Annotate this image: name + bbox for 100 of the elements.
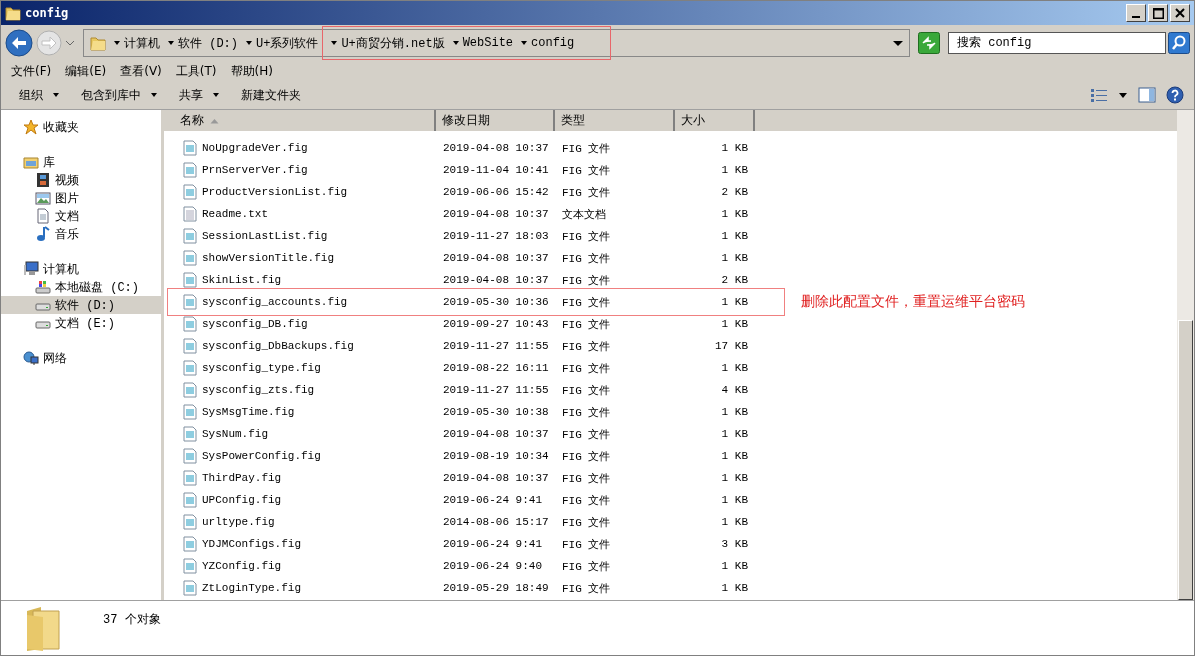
vertical-scrollbar[interactable] [1177,110,1194,600]
file-name: showVersionTitle.fig [202,252,335,264]
file-size: 1 KB [721,494,748,506]
search-button[interactable] [1168,32,1190,54]
navigation-item[interactable]: 收藏夹 [1,118,161,136]
file-name: SysMsgTime.fig [202,406,295,418]
file-name: sysconfig_accounts.fig [202,296,348,308]
file-name: sysconfig_type.fig [202,362,321,374]
preview-pane-icon[interactable] [1138,87,1156,103]
annotation-text: 删除此配置文件，重置运维平台密码 [801,293,1025,311]
navigation-item[interactable]: 音乐 [1,225,161,243]
file-size: 1 KB [721,582,748,594]
navigation-item[interactable]: 图片 [1,189,161,207]
back-button[interactable] [5,29,33,57]
search-field[interactable]: 搜索 config [948,32,1166,54]
address-dropdown-icon[interactable] [893,40,903,46]
file-icon [182,514,198,530]
breadcrumb-item[interactable]: WebSite [462,36,514,50]
file-size: 1 KB [721,428,748,440]
menu-item[interactable]: 编辑(E) [65,62,107,80]
breadcrumb-item[interactable]: U+商贸分销.net版 [341,34,445,52]
history-caret-icon[interactable] [65,38,75,48]
navigation-item[interactable]: 网络 [1,349,161,367]
separator-caret-icon[interactable] [452,41,459,45]
navigation-item[interactable]: 计算机 [1,260,161,278]
folder-icon [90,35,106,51]
breadcrumb-item[interactable]: 计算机 [124,34,160,52]
modified-date: 2019-11-27 11:55 [443,384,549,396]
navigation-item[interactable]: 视频 [1,171,161,189]
file-icon [182,404,198,420]
file-type: FIG 文件 [562,559,611,574]
navigation-item[interactable]: 库 [1,153,161,171]
separator-caret-icon[interactable] [246,41,252,45]
column-header[interactable]: 修改日期 [436,110,555,131]
help-icon[interactable] [1166,86,1184,104]
computer-icon [23,261,39,277]
file-size: 1 KB [721,142,748,154]
toolbar-button[interactable]: 包含到库中 [75,84,163,106]
modified-date: 2019-11-27 18:03 [443,230,549,242]
file-size: 1 KB [721,362,748,374]
toolbar-button[interactable]: 组织 [13,84,65,106]
modified-date: 2019-08-22 16:11 [443,362,549,374]
menu-item[interactable]: 查看(V) [120,62,162,80]
file-name: sysconfig_DbBackups.fig [202,340,354,352]
modified-date: 2019-04-08 10:37 [443,274,549,286]
file-name: SysPowerConfig.fig [202,450,321,462]
file-row[interactable]: sysconfig_accounts.fig 2019-05-30 10:36 FIG 文件 1 KB [167,288,785,316]
menu-item[interactable]: 帮助(H) [230,62,273,80]
file-size: 1 KB [721,252,748,264]
menu-item[interactable]: 文件(F) [11,62,52,80]
file-icon [182,558,198,574]
separator-caret-icon[interactable] [331,41,338,45]
navigation-item[interactable]: 文档 [1,207,161,225]
column-header[interactable]: 名称 [164,110,436,131]
file-name: ThirdPay.fig [202,472,282,484]
menu-item[interactable]: 工具(T) [175,62,217,80]
minimize-button[interactable] [1126,4,1146,22]
view-caret-icon[interactable] [1118,90,1128,100]
breadcrumb-item[interactable]: U+系列软件 [256,34,319,52]
separator-caret-icon[interactable] [114,41,120,45]
modified-date: 2014-08-06 15:17 [443,516,549,528]
file-icon [182,492,198,508]
file-name: SkinList.fig [202,274,282,286]
navigation-item[interactable]: 文档 (E:) [1,314,161,332]
modified-date: 2019-06-24 9:41 [443,538,543,550]
item-count: 37 个对象 [103,612,161,628]
film-icon [35,172,51,188]
file-size: 2 KB [721,186,748,198]
maximize-button[interactable] [1148,4,1168,22]
file-type: FIG 文件 [562,449,611,464]
modified-date: 2019-11-27 11:55 [443,340,549,352]
modified-date: 2019-11-04 10:41 [443,164,549,176]
file-icon [182,580,198,596]
column-header[interactable]: 类型 [555,110,675,131]
separator-caret-icon[interactable] [521,41,528,45]
file-type: 文本文档 [562,207,606,222]
navigation-item[interactable]: 本地磁盘 (C:) [1,278,161,296]
column-header[interactable]: 大小 [675,110,755,131]
file-type: FIG 文件 [562,273,611,288]
file-type: FIG 文件 [562,405,611,420]
library-folder-icon [23,154,39,170]
file-icon [182,426,198,442]
file-type: FIG 文件 [562,471,611,486]
breadcrumb-item[interactable]: config [531,36,575,50]
view-list-icon[interactable] [1090,87,1108,103]
modified-date: 2019-06-06 15:42 [443,186,549,198]
scrollbar-thumb[interactable] [1178,320,1193,600]
file-icon [182,140,198,156]
folder-icon [5,5,21,21]
separator-caret-icon[interactable] [168,41,174,45]
address-bar[interactable]: 计算机 软件 (D:) U+系列软件 U+商贸分销.net版 WebSite config [83,29,910,57]
picture-icon [35,190,51,206]
toolbar-button[interactable]: 共享 [173,84,225,106]
file-icon [182,536,198,552]
refresh-button[interactable] [918,32,940,54]
file-type: FIG 文件 [562,295,611,310]
toolbar-button[interactable]: 新建文件夹 [235,84,307,106]
close-button[interactable] [1170,4,1190,22]
breadcrumb-item[interactable]: 软件 (D:) [178,34,238,52]
navigation-item[interactable]: 软件 (D:) [1,296,161,314]
